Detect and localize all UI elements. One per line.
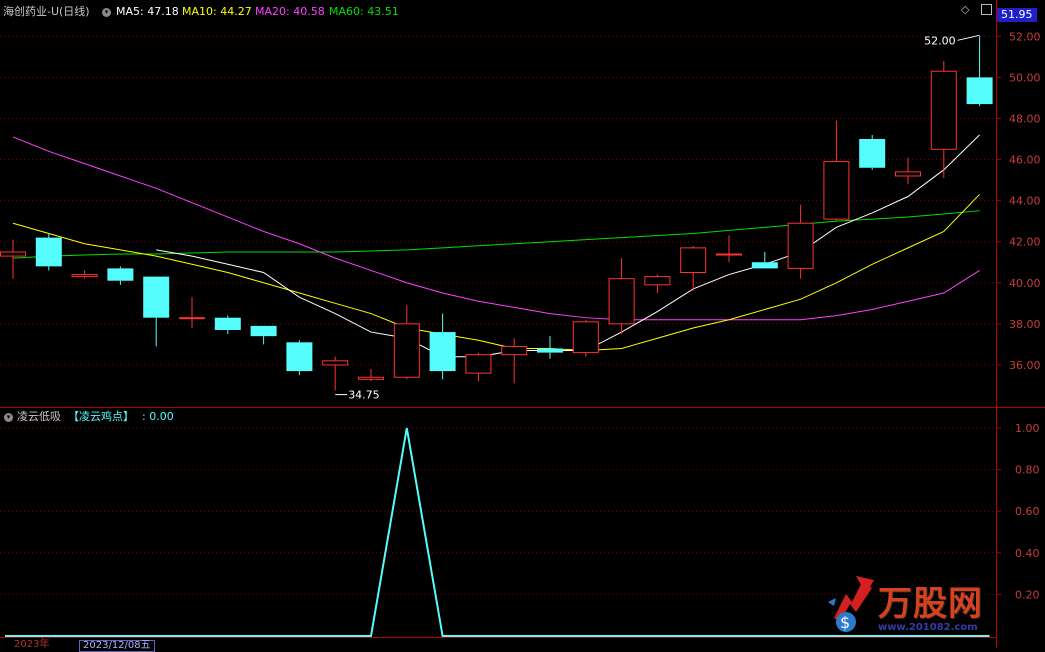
indicator-value-label: : 0.00 xyxy=(142,410,174,423)
candle-body-up xyxy=(716,253,742,256)
candle-body-down xyxy=(966,77,993,105)
candle-body-down xyxy=(143,276,170,318)
price-tick-label: 50.00 xyxy=(1009,71,1041,84)
stock-title: 海创药业-U(日线) xyxy=(3,5,90,18)
candle-body-up xyxy=(930,70,957,150)
candle-body-up xyxy=(572,321,599,354)
candle-body-down xyxy=(537,348,563,353)
chevron-down-icon[interactable]: ▾ xyxy=(102,8,111,17)
candle-body-up xyxy=(71,274,98,278)
price-tick-label: 38.00 xyxy=(1009,318,1041,331)
indicator-name: 凌云低吸 xyxy=(17,410,61,423)
candle-body-up xyxy=(608,278,635,325)
rising-arrow-icon: $ xyxy=(828,576,874,632)
candle-body-down xyxy=(751,262,778,269)
candle-body-up xyxy=(393,323,420,378)
candle-body-down xyxy=(214,317,241,331)
price-tick-label: 36.00 xyxy=(1009,359,1041,372)
candle-body-up xyxy=(322,360,349,366)
indicator-series-label: 【凌云鸡点】 xyxy=(68,410,134,423)
price-tick-label: 40.00 xyxy=(1009,277,1041,290)
candle-body-up xyxy=(358,376,384,380)
chevron-down-icon[interactable]: ▾ xyxy=(4,413,13,422)
price-tick-label: 52.00 xyxy=(1009,30,1041,43)
watermark-text: 万股网 xyxy=(878,584,983,624)
date-label: 2023/12/08五 xyxy=(79,640,155,652)
price-tick-label: 48.00 xyxy=(1009,112,1041,125)
price-tick-label: 44.00 xyxy=(1009,195,1041,208)
chart-canvas: 36.00 38.00 40.00 42.00 44.00 46.00 48.00 50.00… xyxy=(0,0,1045,648)
watermark-logo: $ 万股网 www.201082.com xyxy=(826,572,1031,640)
price-tick-label: 42.00 xyxy=(1009,236,1041,249)
candle-body-up xyxy=(179,317,205,320)
candle-body-down xyxy=(429,332,456,372)
candle-body-down xyxy=(107,268,134,281)
candle-body-down xyxy=(250,325,277,337)
svg-text:$: $ xyxy=(840,613,850,632)
candle-body-down xyxy=(35,237,62,267)
watermark-url: www.201082.com xyxy=(878,622,978,633)
indicator-tick-label: 1.00 xyxy=(1015,422,1040,435)
price-tick-label: 46.00 xyxy=(1009,154,1041,167)
candle-body-up xyxy=(823,161,850,220)
indicator-tick-label: 0.80 xyxy=(1015,464,1040,477)
last-price-badge: 51.95 xyxy=(997,8,1037,22)
diamond-icon[interactable]: ◇ xyxy=(961,3,969,17)
max-price-annotation: 52.00 xyxy=(924,34,956,47)
ma10-label: MA10: 44.27 xyxy=(182,5,252,18)
indicator-tick-label: 0.60 xyxy=(1015,505,1040,518)
candle-body-up xyxy=(0,251,26,257)
candle-body-up xyxy=(465,354,492,374)
ma20-label: MA20: 40.58 xyxy=(255,5,325,18)
min-price-annotation: 34.75 xyxy=(348,389,380,402)
window-icon[interactable] xyxy=(981,4,992,15)
candle-body-up xyxy=(895,171,921,177)
candle-body-down xyxy=(286,342,313,372)
candle-body-up xyxy=(787,222,814,269)
candle-body-up xyxy=(680,247,707,274)
ma5-label: MA5: 47.18 xyxy=(116,5,179,18)
candle-body-down xyxy=(859,139,886,168)
ma60-label: MA60: 43.51 xyxy=(329,5,399,18)
indicator-tick-label: 0.40 xyxy=(1015,547,1040,560)
candle-body-up xyxy=(644,276,671,286)
year-label: 2023年 xyxy=(14,639,50,650)
candle-body-up xyxy=(501,345,528,356)
